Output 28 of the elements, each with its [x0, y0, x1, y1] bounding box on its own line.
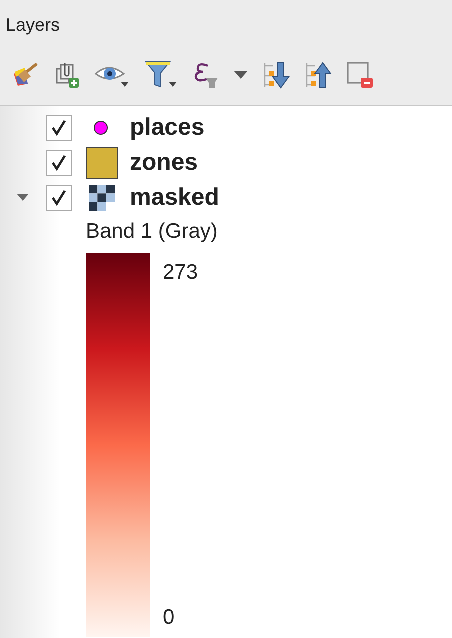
expand-arrow-icon[interactable] [17, 194, 29, 201]
layer-checkbox[interactable] [46, 114, 72, 140]
checkmark-icon [51, 120, 67, 136]
filter-icon [144, 60, 178, 90]
ramp-min-label: 0 [163, 604, 176, 630]
panel-title: Layers [6, 15, 60, 35]
arrow-up-icon [304, 60, 332, 90]
remove-layer-icon [346, 60, 374, 88]
raster-icon [89, 184, 115, 210]
caret-icon [234, 70, 248, 78]
checkmark-icon [51, 154, 67, 170]
toolbar-button[interactable] [144, 60, 178, 90]
layer-name[interactable]: places [130, 110, 205, 146]
layer-checkbox[interactable] [46, 150, 72, 176]
toolbar-button[interactable] [262, 60, 290, 90]
arrow-down-icon [262, 60, 290, 90]
add-layer-icon [54, 60, 80, 88]
layer-name[interactable]: zones [130, 144, 198, 180]
ramp-max-label: 273 [163, 260, 198, 286]
dropdown-button[interactable] [234, 70, 248, 78]
toolbar-button[interactable] [304, 60, 332, 90]
legend-title: Band 1 (Gray) [86, 219, 219, 245]
toolbar-button[interactable] [54, 60, 80, 88]
paintbrush-icon [12, 62, 40, 88]
checkmark-icon [51, 190, 67, 206]
layer-name[interactable]: masked [130, 180, 220, 216]
layer-checkbox[interactable] [46, 184, 72, 210]
toolbar-button[interactable] [12, 62, 40, 88]
